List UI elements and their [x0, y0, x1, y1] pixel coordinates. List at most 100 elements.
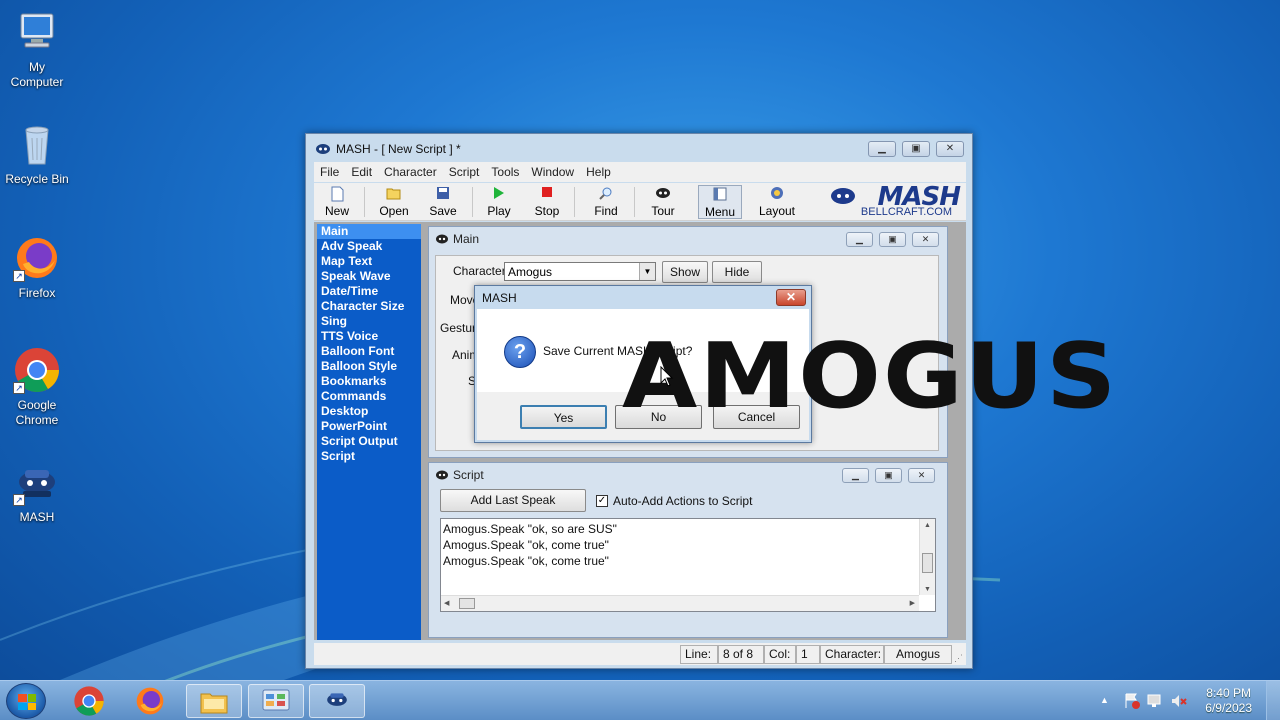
sidebar-item-powerpoint[interactable]: PowerPoint	[317, 419, 421, 434]
sidebar-item-script-output[interactable]: Script Output	[317, 434, 421, 449]
main-child-minimize-button[interactable]: ▁	[846, 232, 873, 247]
dialog-close-button[interactable]: ✕	[776, 289, 806, 306]
scroll-left-icon[interactable]: ◀	[444, 599, 449, 607]
taskbar-firefox[interactable]	[123, 684, 179, 718]
menu-file[interactable]: File	[320, 162, 345, 182]
sidebar-item-script[interactable]: Script	[317, 449, 421, 464]
tray-expand-icon[interactable]: ▲	[1100, 695, 1109, 705]
window-titlebar[interactable]: MASH - [ New Script ] * ▁ ▣ ✕	[306, 134, 972, 164]
sidebar-item-bookmarks[interactable]: Bookmarks	[317, 374, 421, 389]
sidebar-item-adv-speak[interactable]: Adv Speak	[317, 239, 421, 254]
open-button[interactable]: Open	[376, 185, 412, 219]
scroll-right-icon[interactable]: ▶	[910, 599, 915, 607]
taskbar-clock[interactable]: 8:40 PM 6/9/2023	[1205, 686, 1252, 716]
action-center-flag-icon[interactable]	[1123, 692, 1141, 710]
sidebar-item-balloon-font[interactable]: Balloon Font	[317, 344, 421, 359]
sidebar-item-desktop[interactable]: Desktop	[317, 404, 421, 419]
save-disk-icon	[428, 186, 458, 202]
play-icon	[484, 186, 514, 202]
menu-help[interactable]: Help	[586, 162, 617, 182]
status-bar: Line: 8 of 8 Col: 1 Character: Amogus ⋰	[314, 643, 966, 665]
desktop-icon-mash[interactable]: ↗ MASH	[0, 462, 74, 525]
toolbar-separator	[634, 187, 635, 217]
hide-button[interactable]: Hide	[712, 261, 762, 283]
sidebar-item-balloon-style[interactable]: Balloon Style	[317, 359, 421, 374]
character-combo[interactable]: Amogus ▼	[504, 262, 656, 281]
menu-script[interactable]: Script	[449, 162, 486, 182]
open-folder-icon	[376, 186, 412, 202]
vertical-scrollbar[interactable]: ▲ ▼	[919, 519, 935, 595]
yes-button[interactable]: Yes	[520, 405, 607, 429]
play-button[interactable]: Play	[484, 185, 514, 219]
new-button-label: New	[324, 204, 349, 218]
sidebar-item-map-text[interactable]: Map Text	[317, 254, 421, 269]
magnifier-icon	[592, 186, 620, 202]
menu-window[interactable]: Window	[531, 162, 580, 182]
scroll-up-icon[interactable]: ▲	[920, 522, 935, 529]
status-character-value: Amogus	[884, 645, 952, 664]
auto-add-checkbox[interactable]: ✓	[596, 495, 608, 507]
main-child-close-button[interactable]: ✕	[912, 232, 939, 247]
add-last-speak-button[interactable]: Add Last Speak	[440, 489, 586, 512]
horizontal-scrollbar[interactable]: ◀ ▶	[441, 595, 919, 611]
taskbar-mash[interactable]	[309, 684, 365, 718]
sidebar-item-sing[interactable]: Sing	[317, 314, 421, 329]
taskbar-file-explorer[interactable]	[186, 684, 242, 718]
network-icon[interactable]	[1146, 692, 1164, 710]
menu-button[interactable]: Menu	[698, 185, 742, 219]
sidebar-item-main[interactable]: Main	[317, 224, 421, 239]
maximize-button[interactable]: ▣	[902, 141, 930, 157]
desktop-icon-google-chrome[interactable]: ↗ Google Chrome	[0, 346, 74, 428]
taskbar-chrome[interactable]	[62, 684, 118, 718]
show-desktop-button[interactable]	[1266, 681, 1280, 720]
menu-character[interactable]: Character	[384, 162, 443, 182]
find-button[interactable]: Find	[592, 185, 620, 219]
desktop-icon-firefox[interactable]: ↗ Firefox	[0, 234, 74, 301]
save-button[interactable]: Save	[428, 185, 458, 219]
volume-muted-icon[interactable]	[1170, 692, 1188, 710]
sidebar-item-character-size[interactable]: Character Size	[317, 299, 421, 314]
resize-grip-icon[interactable]: ⋰	[954, 653, 964, 663]
main-child-maximize-button[interactable]: ▣	[879, 232, 906, 247]
play-button-label: Play	[487, 204, 511, 218]
sidebar-item-tts-voice[interactable]: TTS Voice	[317, 329, 421, 344]
desktop-icon-recycle-bin[interactable]: Recycle Bin	[0, 120, 74, 187]
script-editor[interactable]: Amogus.Speak "ok, so are SUS" Amogus.Spe…	[440, 518, 936, 612]
sidebar-item-date-time[interactable]: Date/Time	[317, 284, 421, 299]
taskbar-control-panel[interactable]	[248, 684, 304, 718]
status-line-value: 8 of 8	[718, 645, 764, 664]
script-child-minimize-button[interactable]: ▁	[842, 468, 869, 483]
menu-button-label: Menu	[704, 205, 736, 219]
clock-date: 6/9/2023	[1205, 701, 1252, 715]
script-child-maximize-button[interactable]: ▣	[875, 468, 902, 483]
stop-button-label: Stop	[534, 204, 560, 218]
new-button[interactable]: New	[320, 185, 354, 219]
close-button[interactable]: ✕	[936, 141, 964, 157]
menu-edit[interactable]: Edit	[351, 162, 378, 182]
show-button[interactable]: Show	[662, 261, 708, 283]
logo-url: BELLCRAFT.COM	[860, 206, 952, 218]
stop-button[interactable]: Stop	[532, 185, 562, 219]
minimize-button[interactable]: ▁	[868, 141, 896, 157]
scroll-down-icon[interactable]: ▼	[920, 586, 935, 593]
start-button[interactable]	[6, 683, 46, 719]
menu-tools[interactable]: Tools	[491, 162, 525, 182]
desktop-icon-my-computer[interactable]: My Computer	[0, 8, 74, 90]
stop-icon	[532, 186, 562, 202]
desktop-icon-label: Firefox	[18, 286, 56, 300]
mash-icon	[327, 693, 347, 706]
shortcut-arrow-icon: ↗	[13, 494, 25, 506]
layout-button[interactable]: Layout	[758, 185, 796, 219]
tour-button[interactable]: Tour	[648, 185, 678, 219]
hscroll-thumb[interactable]	[459, 598, 475, 609]
question-icon: ?	[504, 336, 536, 368]
mash-icon: ↗	[13, 462, 61, 506]
script-child-close-button[interactable]: ✕	[908, 468, 935, 483]
chrome-icon	[74, 686, 104, 716]
chevron-down-icon[interactable]: ▼	[639, 263, 655, 280]
shortcut-arrow-icon: ↗	[13, 382, 25, 394]
desktop-icon-label: Chrome	[15, 413, 59, 427]
sidebar-item-commands[interactable]: Commands	[317, 389, 421, 404]
scroll-thumb[interactable]	[922, 553, 933, 573]
sidebar-item-speak-wave[interactable]: Speak Wave	[317, 269, 421, 284]
